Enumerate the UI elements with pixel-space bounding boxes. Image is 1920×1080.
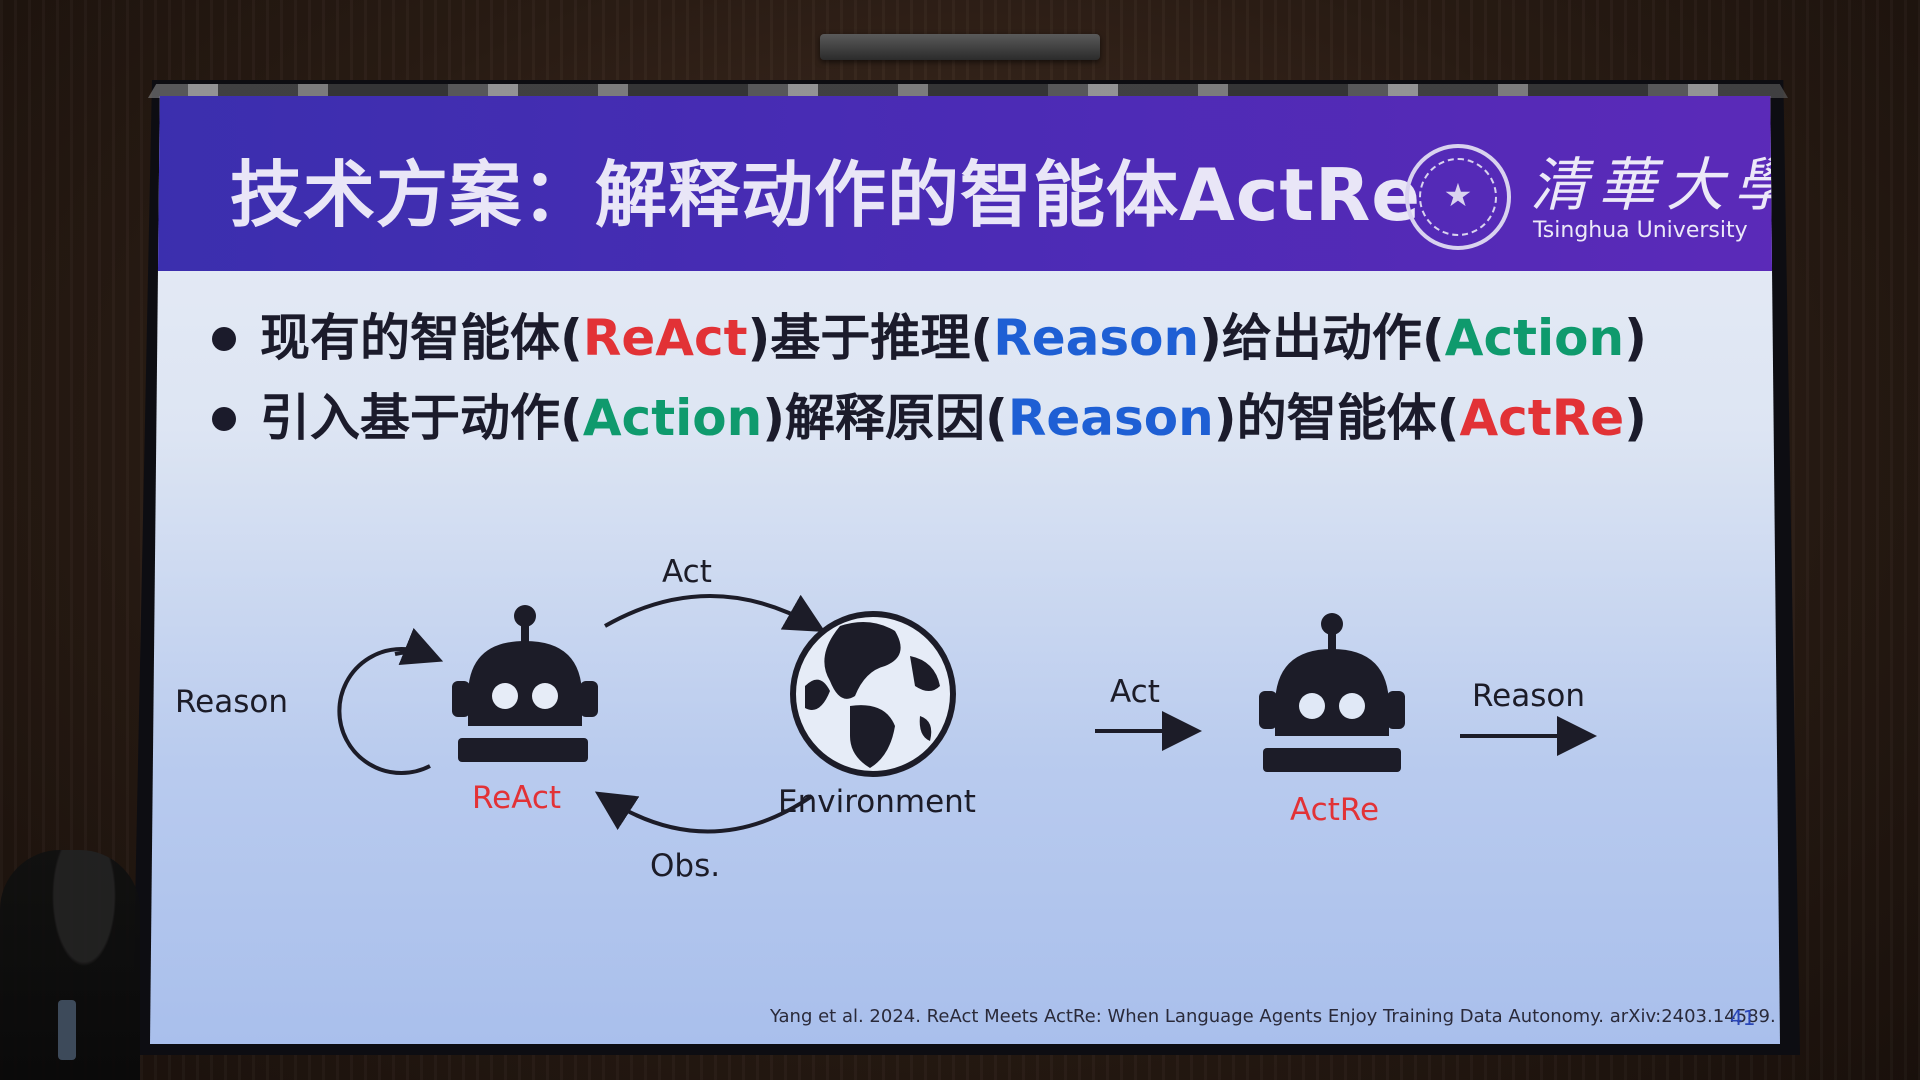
actre-reason-label: Reason xyxy=(1472,678,1585,714)
citation-text: Yang et al. 2024. ReAct Meets ActRe: Whe… xyxy=(770,1006,1776,1027)
react-robot-icon xyxy=(452,605,598,762)
act-arc-arrow xyxy=(604,594,826,632)
actre-act-label: Act xyxy=(1110,674,1160,710)
frame-reflection xyxy=(148,84,1788,98)
environment-label: Environment xyxy=(778,784,976,820)
react-act-label: Act xyxy=(662,554,712,590)
actre-agent-label: ActRe xyxy=(1290,792,1380,828)
react-agent-label: ReAct xyxy=(472,780,562,816)
presentation-slide: 技术方案：解释动作的智能体ActRe ★ 清華大學 Tsinghua Unive… xyxy=(150,96,1780,1044)
page-number: 41 xyxy=(1730,1006,1756,1030)
react-obs-label: Obs. xyxy=(650,848,721,884)
react-reason-label: Reason xyxy=(175,684,288,720)
ceiling-fixture xyxy=(820,34,1100,60)
environment-globe-icon xyxy=(790,611,956,777)
actre-robot-icon xyxy=(1259,613,1405,772)
reason-loop-arrow-head xyxy=(394,627,444,666)
react-actre-diagram xyxy=(337,594,1597,834)
podium-object xyxy=(58,1000,76,1060)
reason-loop-arrow xyxy=(337,647,431,775)
